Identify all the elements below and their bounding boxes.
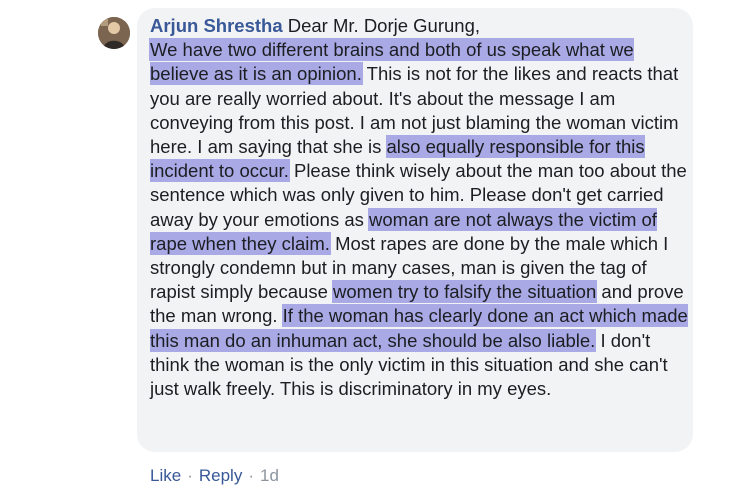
comment-text: Dear Mr. Dorje Gurung, xyxy=(282,15,481,36)
separator: · xyxy=(248,466,254,485)
avatar-photo-icon xyxy=(98,17,130,49)
comment-actions: Like · Reply · 1d xyxy=(150,466,279,486)
author-name[interactable]: Arjun Shrestha xyxy=(150,15,283,36)
highlighted-text: women try to falsify the situation xyxy=(333,281,597,303)
like-link[interactable]: Like xyxy=(150,466,181,486)
comment: Arjun Shrestha Dear Mr. Dorje Gurung, We … xyxy=(0,0,755,492)
separator: · xyxy=(187,466,193,485)
comment-body: Arjun Shrestha Dear Mr. Dorje Gurung, We … xyxy=(150,14,690,401)
timestamp[interactable]: 1d xyxy=(260,466,279,486)
avatar[interactable] xyxy=(98,17,130,49)
reply-link[interactable]: Reply xyxy=(199,466,242,486)
